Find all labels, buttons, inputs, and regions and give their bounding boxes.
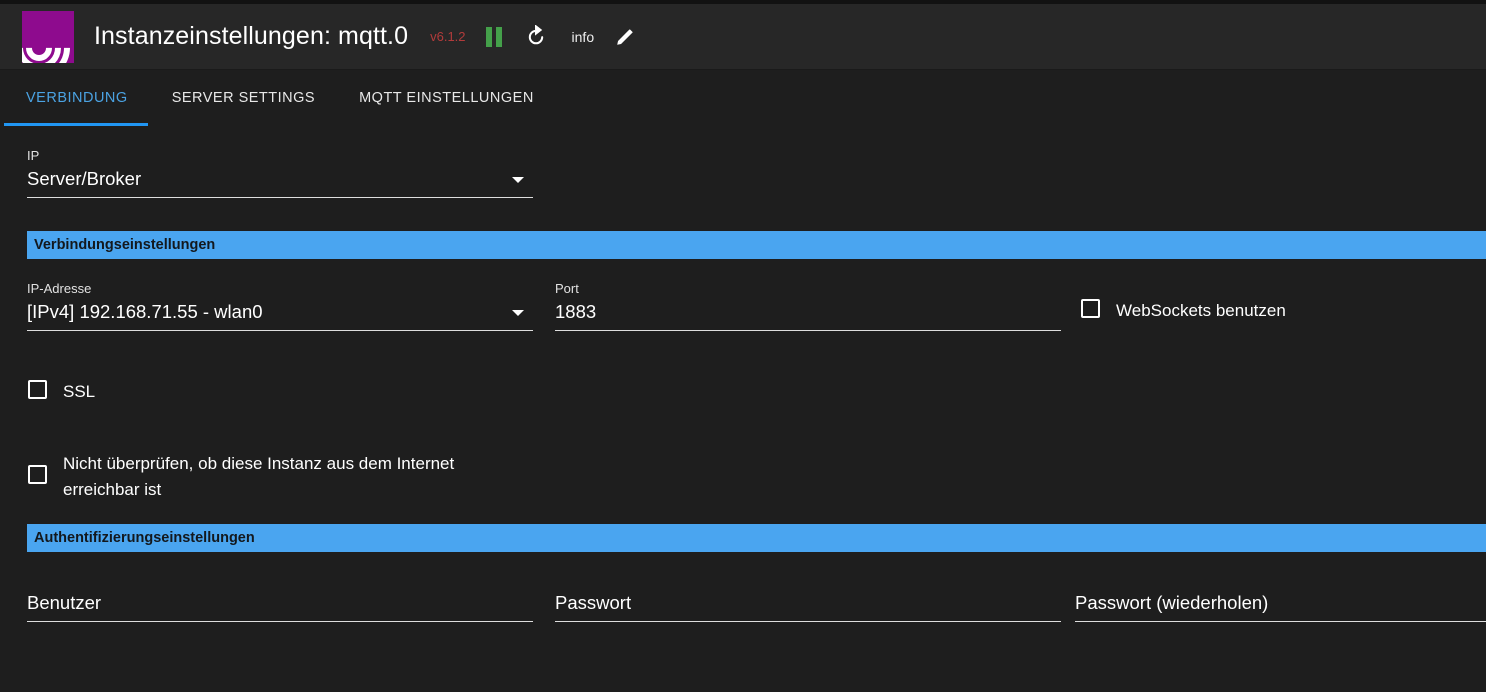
field-underline: [27, 330, 533, 331]
ip-mode-select[interactable]: IP Server/Broker: [27, 148, 533, 198]
password-placeholder: Passwort: [555, 592, 632, 613]
field-underline: [27, 621, 533, 622]
pause-icon[interactable]: [485, 26, 504, 47]
port-input[interactable]: Port 1883: [555, 281, 1061, 331]
field-underline: [555, 621, 1061, 622]
tab-mqtt-einstellungen[interactable]: MQTT EINSTELLUNGEN: [337, 70, 556, 126]
no-internet-check-label: Nicht überprüfen, ob diese Instanz aus d…: [63, 454, 455, 499]
app-header: Instanzeinstellungen: mqtt.0 v6.1.2 info: [0, 4, 1486, 70]
ip-mode-label: IP: [27, 148, 40, 163]
field-underline: [555, 330, 1061, 331]
websockets-checkbox-row[interactable]: WebSockets benutzen: [1081, 299, 1286, 322]
ip-address-value: [IPv4] 192.168.71.55 - wlan0: [27, 301, 263, 322]
tab-verbindung[interactable]: VERBINDUNG: [4, 70, 150, 126]
password-repeat-input[interactable]: Passwort (wiederholen): [1075, 588, 1486, 622]
port-label: Port: [555, 281, 579, 296]
active-tab-indicator: [4, 123, 148, 126]
ip-address-select[interactable]: IP-Adresse [IPv4] 192.168.71.55 - wlan0: [27, 281, 533, 331]
refresh-icon[interactable]: [524, 24, 548, 49]
ssl-checkbox[interactable]: [28, 380, 47, 399]
ip-address-label: IP-Adresse: [27, 281, 92, 296]
password-input[interactable]: Passwort: [555, 588, 1061, 622]
chevron-down-icon: [512, 310, 524, 316]
ip-mode-value: Server/Broker: [27, 168, 142, 189]
no-internet-check-checkbox-row[interactable]: Nicht überprüfen, ob diese Instanz aus d…: [28, 451, 473, 503]
section-header-connection: Verbindungseinstellungen: [27, 231, 1486, 259]
chevron-down-icon: [512, 177, 524, 183]
section-header-auth-label: Authentifizierungseinstellungen: [34, 530, 255, 546]
field-underline: [27, 197, 533, 198]
section-header-auth: Authentifizierungseinstellungen: [27, 524, 1486, 552]
field-underline: [1075, 621, 1486, 622]
user-input[interactable]: Benutzer: [27, 588, 533, 622]
ssl-checkbox-row[interactable]: SSL: [28, 380, 95, 403]
pencil-edit-icon[interactable]: [614, 26, 636, 48]
no-internet-check-checkbox[interactable]: [28, 465, 47, 484]
tab-server-settings[interactable]: SERVER SETTINGS: [150, 70, 337, 126]
port-value: 1883: [555, 301, 597, 322]
tab-bar: VERBINDUNG SERVER SETTINGS MQTT EINSTELL…: [0, 70, 1486, 126]
page-title: Instanzeinstellungen: mqtt.0: [94, 22, 409, 50]
info-button[interactable]: info: [572, 29, 595, 45]
user-placeholder: Benutzer: [27, 592, 102, 613]
websockets-label: WebSockets benutzen: [1116, 301, 1286, 320]
ssl-label: SSL: [63, 382, 96, 401]
version-label: v6.1.2: [430, 29, 466, 44]
mqtt-signal-logo: [22, 10, 74, 63]
section-header-connection-label: Verbindungseinstellungen: [34, 237, 216, 253]
password-repeat-placeholder: Passwort (wiederholen): [1075, 592, 1269, 613]
websockets-checkbox[interactable]: [1081, 299, 1100, 318]
